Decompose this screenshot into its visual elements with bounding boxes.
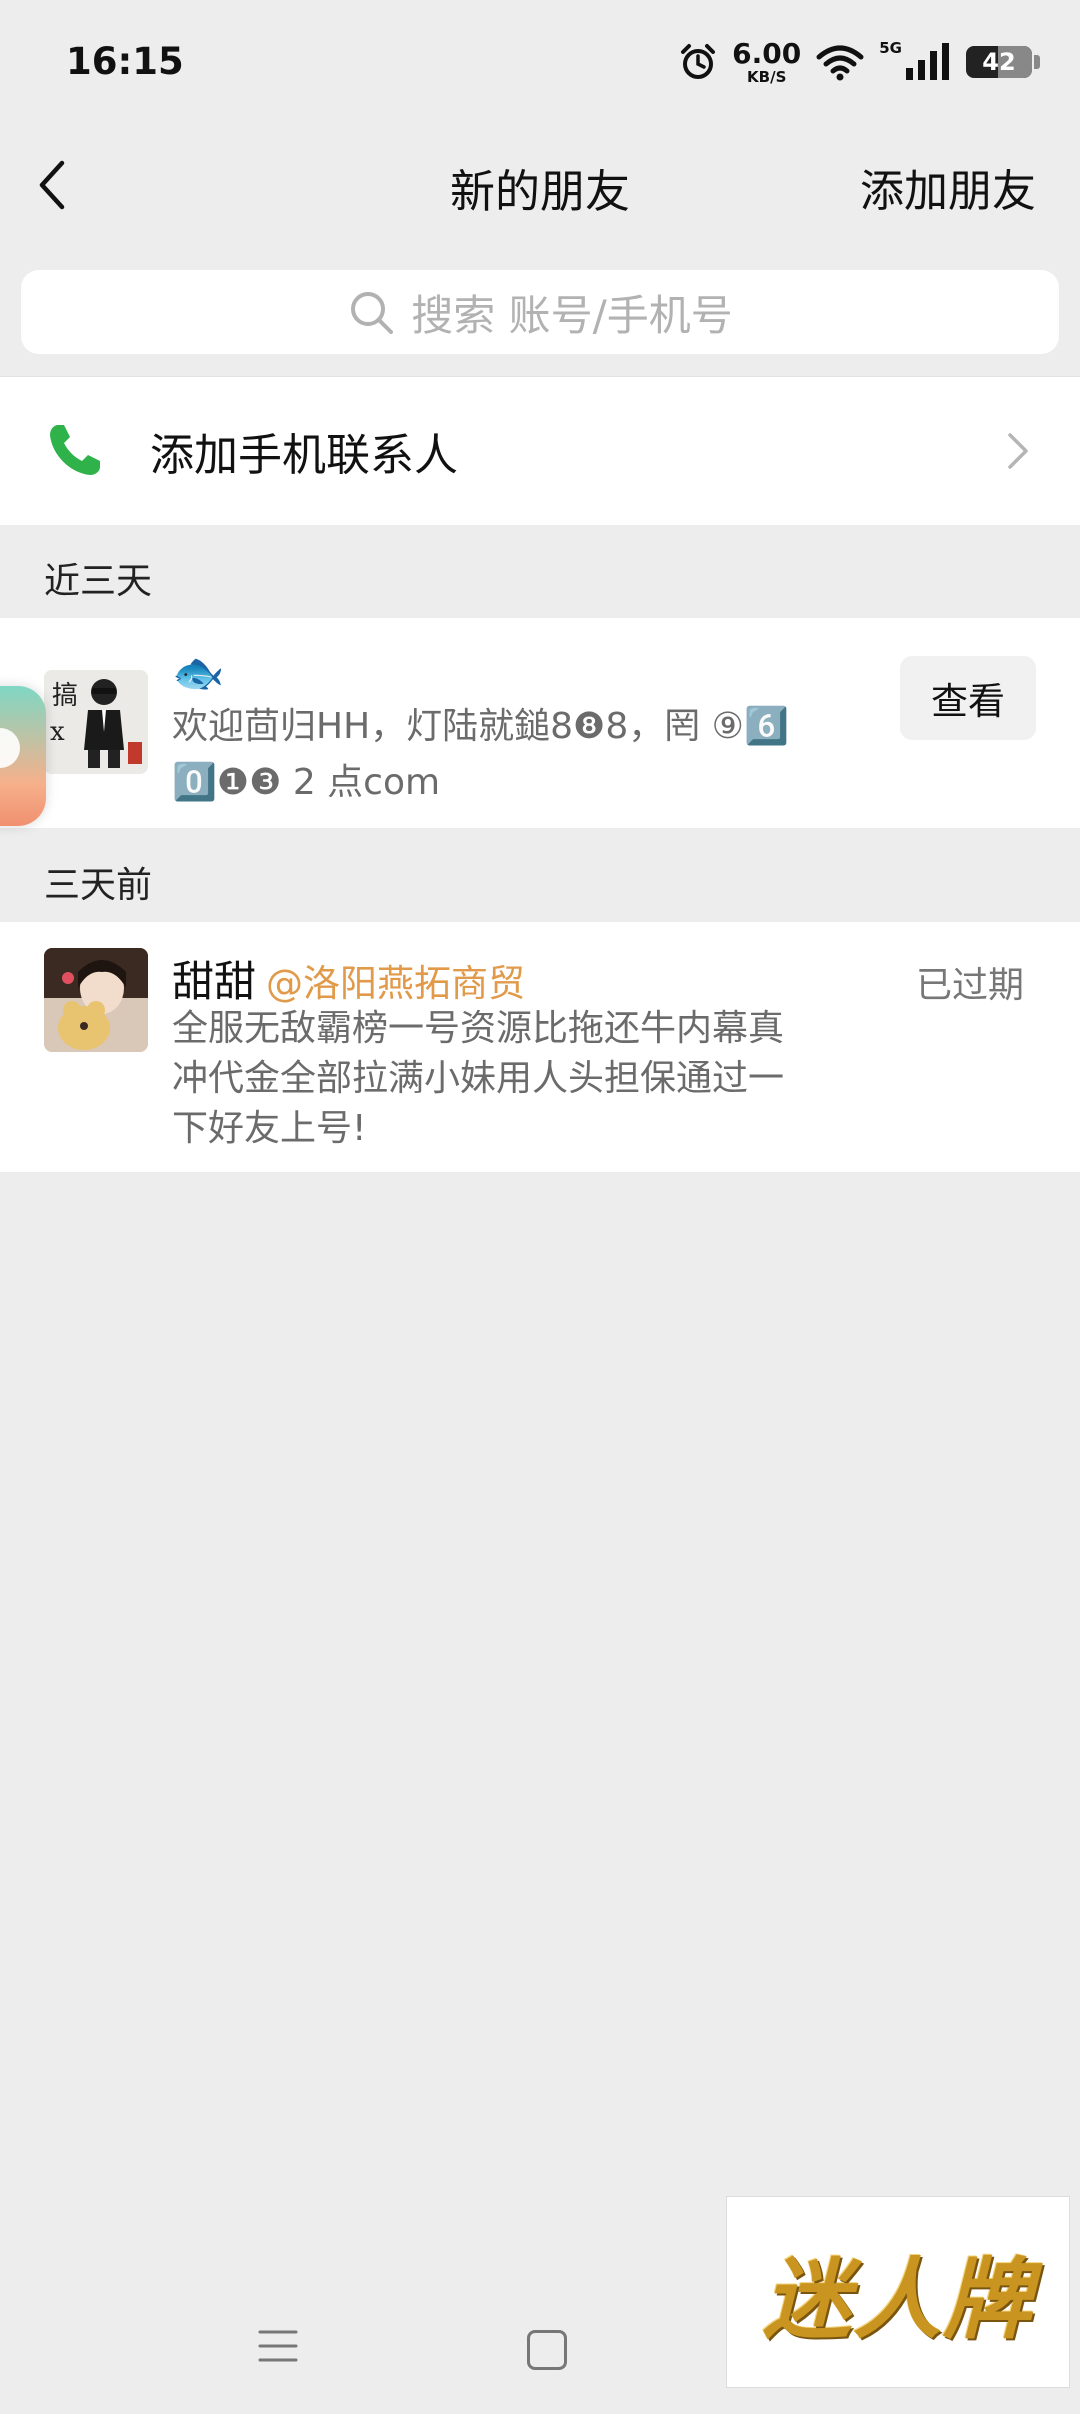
phone-icon: [50, 425, 100, 475]
section-label-recent: 近三天: [44, 561, 153, 602]
section-label-older: 三天前: [44, 865, 153, 906]
add-phone-contacts-label: 添加手机联系人: [150, 430, 458, 481]
search-icon: [351, 292, 394, 334]
network-speed: 6.00 KB/S: [732, 36, 802, 86]
add-phone-contacts-row[interactable]: 添加手机联系人: [0, 376, 1080, 525]
menu-icon[interactable]: [258, 2326, 298, 2366]
search-input[interactable]: 搜索 账号/手机号: [21, 270, 1059, 354]
status-icons: 6.00 KB/S 5G 42: [678, 32, 1040, 92]
home-icon[interactable]: [527, 2330, 567, 2370]
contact-name: 甜甜: [172, 957, 257, 1006]
network-type: 5G: [879, 39, 902, 57]
alarm-icon: [681, 44, 716, 79]
watermark-logo: 迷人牌: [726, 2196, 1070, 2388]
battery-tip: [1034, 55, 1040, 69]
signal-icon: [906, 43, 949, 80]
speed-value: 6.00: [732, 36, 802, 70]
svg-text:x: x: [50, 717, 65, 747]
contact-remark: @洛阳燕拓商贸: [266, 962, 526, 1005]
nav-bar: 新的朋友 添加朋友: [0, 125, 1080, 245]
svg-text:搞: 搞: [52, 681, 78, 711]
message-line-1: 欢迎茴归HH，灯陆就鎚8❽8，罔 ⑨6️⃣: [172, 706, 789, 747]
message-line-1: 全服无敌霸榜一号资源比拖还牛内幕真: [172, 1008, 785, 1049]
floating-app-bubble[interactable]: [0, 686, 46, 826]
status-bar: 16:15 6.00 KB/S 5G 42: [0, 0, 1080, 125]
message-line-3: 下好友上号!: [172, 1108, 367, 1149]
chevron-right-icon: [1008, 433, 1028, 469]
contact-name-line: 甜甜 @洛阳燕拓商贸: [172, 948, 525, 1009]
status-time: 16:15: [66, 40, 184, 83]
search-placeholder: 搜索 账号/手机号: [411, 290, 733, 340]
battery-level: 42: [982, 48, 1016, 76]
battery-icon: 42: [966, 46, 1032, 78]
list-item[interactable]: 搞 x 🐟 欢迎茴归HH，灯陆就鎚8❽8，罔 ⑨6️⃣ 0️⃣❶❸ 2 点com…: [0, 618, 1080, 828]
message-line-2: 0️⃣❶❸ 2 点com: [172, 762, 441, 803]
status-expired: 已过期: [915, 965, 1024, 1006]
contact-name: 🐟: [172, 648, 225, 697]
view-button[interactable]: 查看: [900, 656, 1036, 740]
speed-unit: KB/S: [747, 67, 787, 86]
add-friend-button[interactable]: 添加朋友: [860, 155, 1036, 219]
avatar: [44, 948, 148, 1052]
list-item[interactable]: 甜甜 @洛阳燕拓商贸 全服无敌霸榜一号资源比拖还牛内幕真 冲代金全部拉满小妹用人头…: [0, 922, 1080, 1172]
wifi-icon: [816, 45, 864, 81]
message-line-2: 冲代金全部拉满小妹用人头担保通过一: [172, 1058, 785, 1099]
watermark-text: 迷人牌: [762, 2246, 1033, 2351]
avatar: 搞 x: [44, 670, 148, 774]
